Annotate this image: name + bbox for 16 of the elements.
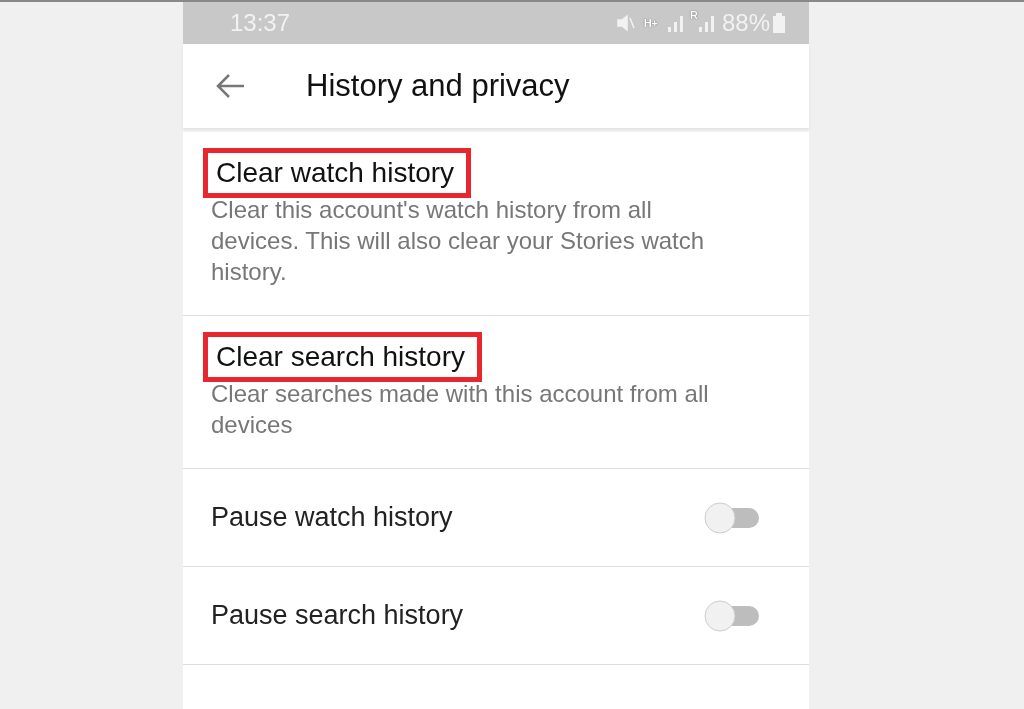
battery-icon [773,13,785,33]
item-title: Clear watch history [203,148,472,198]
settings-item[interactable]: Clear search history Clear searches made with this account from all devices [183,316,809,469]
toggle-row[interactable]: Pause watch history [183,469,809,567]
toggle-label: Pause search history [211,600,465,631]
settings-item[interactable]: Clear watch history Clear this account's watch history from all devices. This will also clear your Stories watch history. [183,132,809,316]
signal-icon [666,13,686,33]
toggle-label: Pause watch history [211,502,454,533]
page-title: History and privacy [306,68,570,104]
signal-icon [697,13,716,33]
toggle-row[interactable]: Pause search history [183,567,809,665]
mute-icon [615,13,636,33]
item-title: Clear search history [203,332,482,382]
item-description: Clear this account's watch history from all devices. This will also clear your Stories watch history. [211,195,706,287]
item-description: Clear searches made with this account from all devices [211,379,710,440]
back-arrow-icon[interactable] [216,73,246,99]
